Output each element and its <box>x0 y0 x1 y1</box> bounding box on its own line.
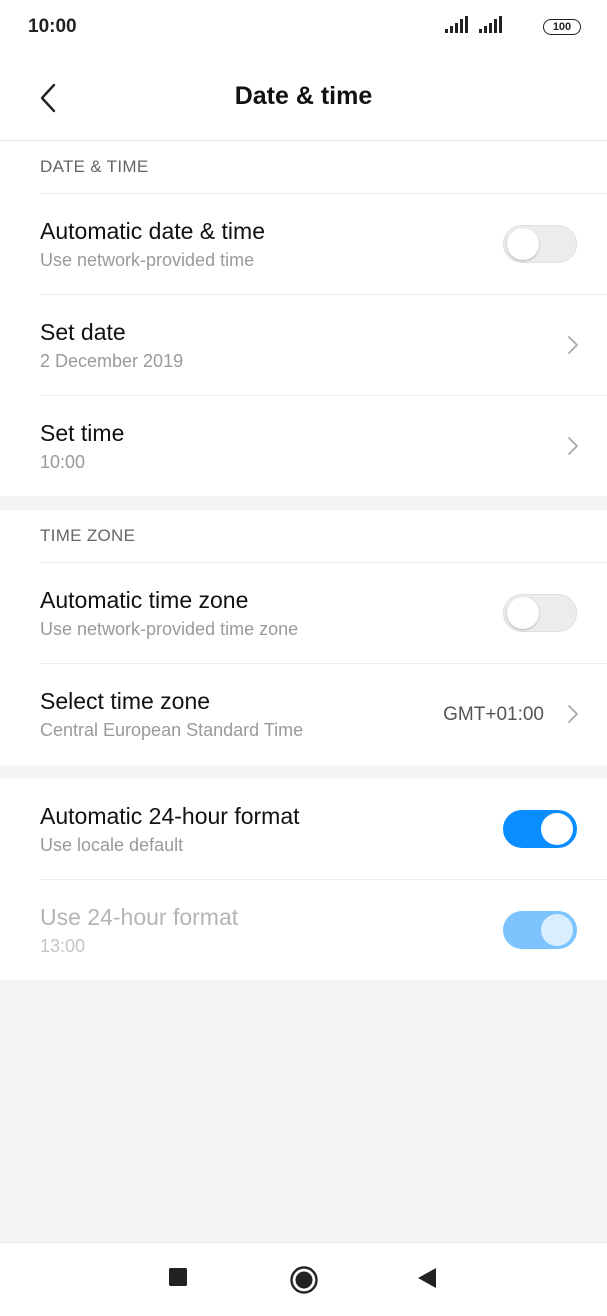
signal-icon <box>479 16 502 33</box>
row-summary: 2 December 2019 <box>40 351 184 371</box>
row-summary: Central European Standard Time <box>40 720 304 740</box>
automatic-date-time-row[interactable]: Automatic date & time Use network-provid… <box>40 193 607 294</box>
row-label: Automatic 24-hour format <box>40 803 300 829</box>
row-summary: Use network-provided time zone <box>40 619 299 639</box>
automatic-time-zone-row[interactable]: Automatic time zone Use network-provided… <box>40 562 607 663</box>
home-circle-icon[interactable] <box>289 1265 319 1295</box>
automatic-time-zone-toggle[interactable] <box>503 594 577 632</box>
toggle-knob <box>507 597 539 629</box>
section-header-time-zone: TIME ZONE <box>40 526 136 545</box>
automatic-date-time-toggle[interactable] <box>503 225 577 263</box>
automatic-24-hour-row[interactable]: Automatic 24-hour format Use locale defa… <box>40 779 607 879</box>
back-triangle-icon[interactable] <box>417 1267 437 1289</box>
recents-square-icon[interactable] <box>168 1267 188 1287</box>
section-header-date-time: DATE & TIME <box>40 157 149 176</box>
format-section: Automatic 24-hour format Use locale defa… <box>0 779 607 980</box>
row-label: Set date <box>40 319 126 345</box>
use-24-hour-row: Use 24-hour format 13:00 <box>40 879 607 980</box>
row-summary: 10:00 <box>40 452 86 472</box>
time-zone-section: TIME ZONE Automatic time zone Use networ… <box>0 510 607 765</box>
chevron-right-icon <box>568 705 578 723</box>
row-summary: 13:00 <box>40 936 86 956</box>
chevron-right-icon <box>568 437 578 455</box>
page-title: Date & time <box>234 82 373 110</box>
row-summary: Use locale default <box>40 835 184 855</box>
toggle-knob <box>541 813 573 845</box>
toggle-knob <box>507 228 539 260</box>
chevron-right-icon <box>568 336 578 354</box>
row-label: Select time zone <box>40 688 211 714</box>
automatic-24-hour-toggle[interactable] <box>503 810 577 848</box>
signal-icons <box>444 16 503 39</box>
status-bar: 10:00 100 <box>0 0 607 56</box>
time-zone-value: GMT+01:00 <box>443 704 544 725</box>
toggle-knob <box>541 914 573 946</box>
row-label: Automatic time zone <box>40 587 249 613</box>
use-24-hour-toggle <box>503 911 577 949</box>
row-label: Set time <box>40 420 125 446</box>
status-time: 10:00 <box>28 16 77 37</box>
date-time-section: DATE & TIME Automatic date & time Use ne… <box>0 141 607 496</box>
navigation-bar <box>0 1242 607 1316</box>
row-summary: Use network-provided time <box>40 250 255 270</box>
app-bar: Date & time <box>0 56 607 141</box>
signal-icon <box>444 16 468 33</box>
select-time-zone-row[interactable]: Select time zone Central European Standa… <box>40 663 607 764</box>
row-label: Use 24-hour format <box>40 904 239 930</box>
row-label: Automatic date & time <box>40 218 265 244</box>
set-date-row[interactable]: Set date 2 December 2019 <box>40 294 607 395</box>
battery-icon: 100 <box>543 19 581 35</box>
set-time-row[interactable]: Set time 10:00 <box>40 395 607 496</box>
